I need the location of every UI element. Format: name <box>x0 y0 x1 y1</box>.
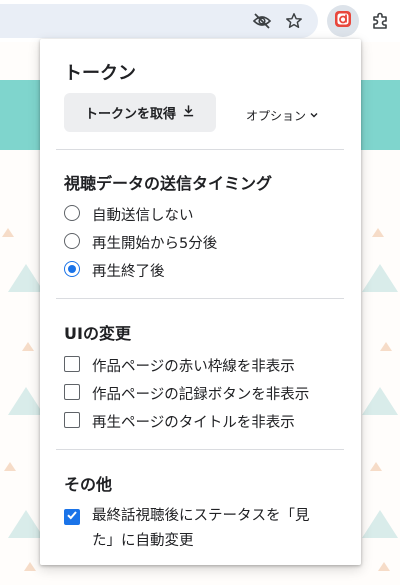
background-pattern <box>362 387 398 415</box>
radio-label: 再生終了後 <box>92 264 165 280</box>
radio-no-auto-send[interactable]: 自動送信しない <box>64 204 194 225</box>
checkbox[interactable] <box>64 384 80 400</box>
background-pattern <box>8 387 44 415</box>
download-icon <box>182 104 195 121</box>
divider <box>56 298 344 299</box>
bookmark-star-icon[interactable] <box>282 9 306 33</box>
checkbox-label: 最終話視聴後にステータスを「見 た」に自動変更 <box>92 504 310 554</box>
radio-button-selected[interactable] <box>64 261 80 277</box>
checkbox-label-line: 最終話視聴後にステータスを「見 <box>92 508 310 524</box>
checkbox[interactable] <box>64 356 80 372</box>
background-pattern <box>2 228 14 237</box>
eye-off-icon[interactable] <box>250 9 274 33</box>
checkbox[interactable] <box>64 412 80 428</box>
checkmark-icon <box>66 509 78 525</box>
token-heading: トークン <box>64 63 136 84</box>
options-label: オプション <box>246 109 307 123</box>
background-pattern <box>4 462 16 471</box>
background-pattern <box>380 342 392 351</box>
ui-changes-heading: UIの変更 <box>64 324 131 343</box>
annict-extension-icon <box>333 9 353 33</box>
extension-button-active[interactable] <box>327 5 359 37</box>
background-pattern <box>8 510 44 538</box>
background-pattern <box>370 462 382 471</box>
checkbox-label-line: た」に自動変更 <box>92 533 194 549</box>
radio-button[interactable] <box>64 233 80 249</box>
background-pattern <box>372 228 384 237</box>
other-heading: その他 <box>64 475 113 494</box>
radio-after-5-min[interactable]: 再生開始から5分後 <box>64 232 217 253</box>
chevron-down-icon <box>309 109 319 123</box>
divider <box>56 149 344 150</box>
radio-label: 再生開始から5分後 <box>92 236 218 252</box>
checkbox-auto-status-watched[interactable]: 最終話視聴後にステータスを「見 た」に自動変更 <box>64 508 310 554</box>
radio-label: 自動送信しない <box>92 208 194 224</box>
checkbox-hide-record-button[interactable]: 作品ページの記録ボタンを非表示 <box>64 383 309 404</box>
extension-popup: トークン トークンを取得 オプション 視聴データの送信タイミング 自動送信しない… <box>40 39 361 565</box>
get-token-label: トークンを取得 <box>84 107 176 122</box>
extensions-puzzle-icon[interactable] <box>368 9 392 33</box>
background-pattern <box>24 562 36 571</box>
background-pattern <box>378 562 390 571</box>
background-pattern <box>362 264 398 292</box>
checkbox-checked[interactable] <box>64 509 80 525</box>
divider <box>56 449 344 450</box>
get-token-button[interactable]: トークンを取得 <box>64 93 216 132</box>
radio-after-playback-end[interactable]: 再生終了後 <box>64 260 165 281</box>
send-timing-heading: 視聴データの送信タイミング <box>64 174 273 193</box>
background-pattern <box>8 264 44 292</box>
checkbox-hide-player-title[interactable]: 再生ページのタイトルを非表示 <box>64 411 295 432</box>
checkbox-hide-red-border[interactable]: 作品ページの赤い枠線を非表示 <box>64 355 295 376</box>
options-dropdown[interactable]: オプション <box>246 107 319 124</box>
checkbox-label: 作品ページの記録ボタンを非表示 <box>92 387 310 403</box>
radio-button[interactable] <box>64 205 80 221</box>
checkbox-label: 作品ページの赤い枠線を非表示 <box>92 359 295 375</box>
checkbox-label: 再生ページのタイトルを非表示 <box>92 415 295 431</box>
browser-toolbar <box>0 0 400 42</box>
background-pattern <box>22 342 34 351</box>
background-pattern <box>362 510 398 538</box>
